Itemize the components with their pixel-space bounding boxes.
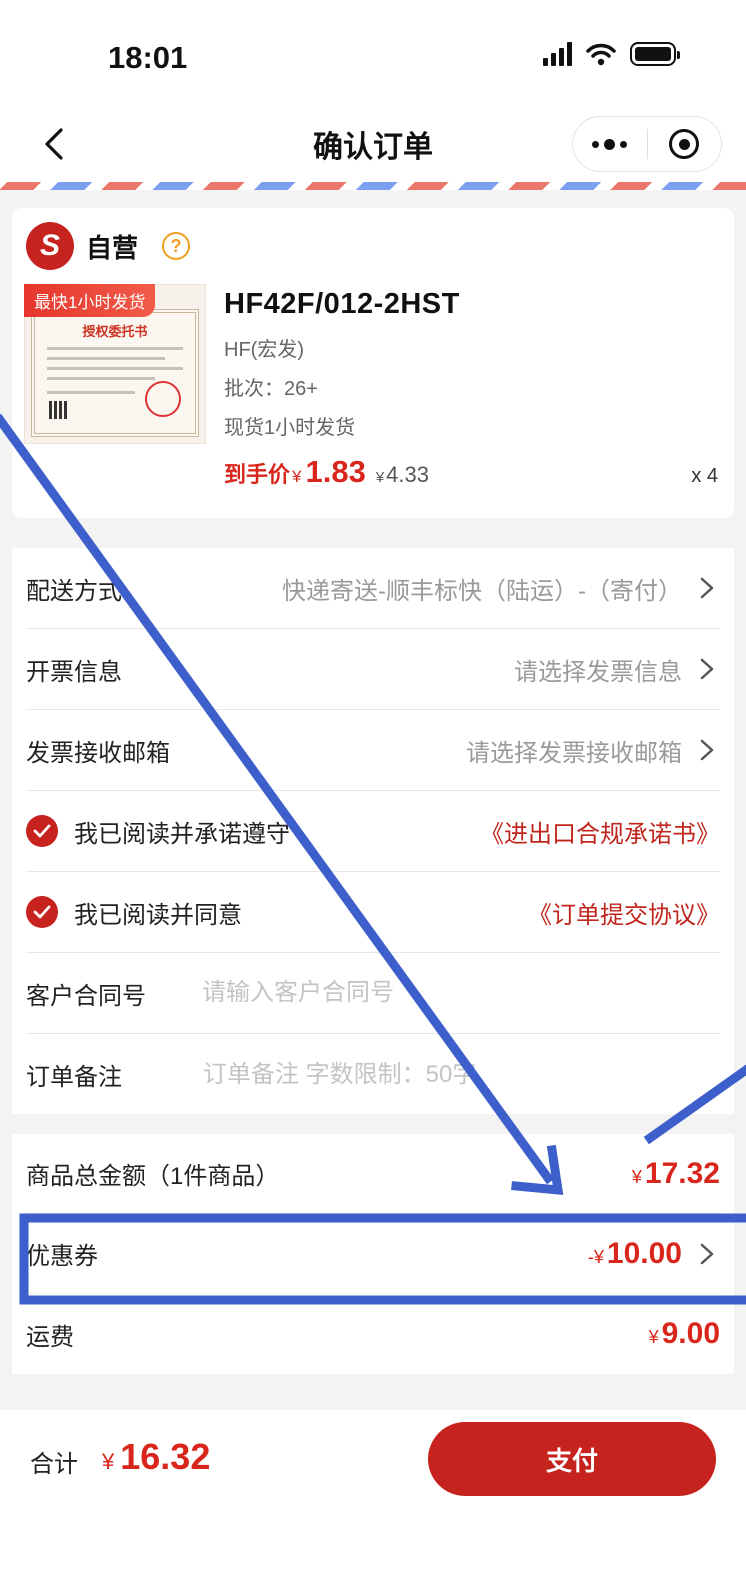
freight-currency: ¥ [648,1327,659,1347]
total-amount: ¥16.32 [102,1436,210,1478]
product-shipping: 现货1小时发货 [224,417,356,439]
agreement-row: 我已阅读并同意 《订单提交协议》 [26,872,720,953]
original-price: 4.33 [386,462,429,487]
subtotal-row: 商品总金额（1件商品） ¥17.32 [26,1134,720,1214]
stamp-icon [145,381,181,417]
freight-label: 运费 [26,1323,74,1351]
subtotal-amount: ¥17.32 [632,1157,720,1191]
chevron-right-icon [700,739,714,761]
more-button[interactable] [573,117,647,171]
contract-number-row: 客户合同号 [26,953,720,1034]
target-icon [669,129,700,159]
nav-bar: 确认订单 [0,110,746,182]
shop-logo-icon: S [26,222,74,270]
check-icon [33,905,51,919]
invoice-info-row[interactable]: 开票信息 请选择发票信息 [26,629,720,710]
product-info: HF42F/012-2HST HF(宏发) 批次：26+ 现货1小时发货 [224,288,720,440]
agreement-checkbox[interactable] [26,896,58,928]
freight-row: 运费 ¥9.00 [26,1294,720,1374]
coupon-amount: -¥ 10.00 [588,1237,682,1271]
checkout-bar: 合计 ¥16.32 支付 [0,1410,746,1585]
fast-delivery-badge: 最快1小时发货 [24,284,156,317]
compliance-link[interactable]: 《进出口合规承诺书》 [480,814,720,849]
total-value: 16.32 [120,1436,211,1477]
compliance-checkbox[interactable] [26,815,58,847]
check-icon [33,824,51,838]
final-price: 1.83 [305,454,366,489]
qr-code-icon [49,401,67,419]
chevron-right-icon [700,1243,714,1264]
order-remark-row: 订单备注 [26,1034,720,1115]
amount-summary-card: 商品总金额（1件商品） ¥17.32 优惠券 -¥ 10.00 运费 ¥9.00 [12,1134,734,1374]
compliance-label: 我已阅读并承诺遵守 [74,820,290,848]
battery-icon [630,42,680,66]
miniapp-capsule [572,116,722,172]
airmail-stripe [0,182,746,190]
compliance-row: 我已阅读并承诺遵守 《进出口合规承诺书》 [26,791,720,872]
final-price-currency: ¥ [292,467,302,486]
shop-header: S 自营 ? [26,222,191,270]
invoice-email-row[interactable]: 发票接收邮箱 请选择发票接收邮箱 [26,710,720,791]
price-row: 到手价 ¥ 1.83 ¥4.33 x 4 [224,454,718,490]
freight-value: 9.00 [661,1317,720,1350]
invoice-email-label: 发票接收邮箱 [26,739,170,767]
chevron-right-icon [700,658,714,680]
quantity: x 4 [691,465,718,487]
coupon-row[interactable]: 优惠券 -¥ 10.00 [26,1214,720,1294]
close-miniapp-button[interactable] [648,117,722,171]
certificate-title: 授权委托书 [82,324,148,339]
status-time: 18:01 [108,40,188,75]
certificate-graphic: 授权委托书 [31,309,199,437]
product-name: HF42F/012-2HST [224,288,460,320]
total-label: 合计 [30,1451,78,1478]
status-icons [543,42,680,66]
invoice-email-value: 请选择发票接收邮箱 [466,739,682,767]
status-bar: 18:01 [0,0,746,110]
subtotal-label: 商品总金额（1件商品） [26,1163,280,1190]
coupon-label: 优惠券 [26,1243,98,1270]
wifi-icon [586,43,616,66]
shop-name: 自营 [86,232,139,263]
product-card: S 自营 ? 授权委托书 最快1小时发货 HF42F/012-2HST HF(宏… [12,208,734,518]
final-price-label: 到手价 [224,462,291,487]
chevron-right-icon [700,577,714,599]
agreement-label: 我已阅读并同意 [74,901,242,929]
total-currency: ¥ [102,1449,115,1474]
invoice-info-label: 开票信息 [26,658,122,686]
product-brand: HF(宏发) [224,339,304,361]
invoice-info-value: 请选择发票信息 [514,658,682,686]
coupon-currency: -¥ [587,1246,604,1267]
coupon-value: 10.00 [606,1236,682,1270]
order-remark-label: 订单备注 [26,1064,122,1091]
signal-icon [543,42,572,66]
help-icon[interactable]: ? [162,232,191,260]
order-remark-input[interactable] [203,1060,663,1089]
delivery-method-value: 快递寄送-顺丰标快（陆运）-（寄付） [282,577,682,605]
subtotal-value: 17.32 [644,1156,720,1190]
subtotal-currency: ¥ [631,1166,642,1187]
order-options-card: 配送方式 快递寄送-顺丰标快（陆运）-（寄付） 开票信息 请选择发票信息 发票接… [12,548,734,1114]
product-batch: 批次：26+ [224,378,318,400]
contract-number-input[interactable] [202,979,662,1007]
agreement-link[interactable]: 《订单提交协议》 [528,895,720,930]
delivery-method-label: 配送方式 [26,577,122,605]
pay-button[interactable]: 支付 [428,1422,716,1496]
freight-amount: ¥9.00 [649,1317,720,1351]
contract-number-label: 客户合同号 [26,982,146,1010]
original-price-currency: ¥ [375,469,385,486]
delivery-method-row[interactable]: 配送方式 快递寄送-顺丰标快（陆运）-（寄付） [26,548,720,629]
more-icon [592,138,628,150]
original-price-wrap: ¥4.33 [376,462,429,488]
